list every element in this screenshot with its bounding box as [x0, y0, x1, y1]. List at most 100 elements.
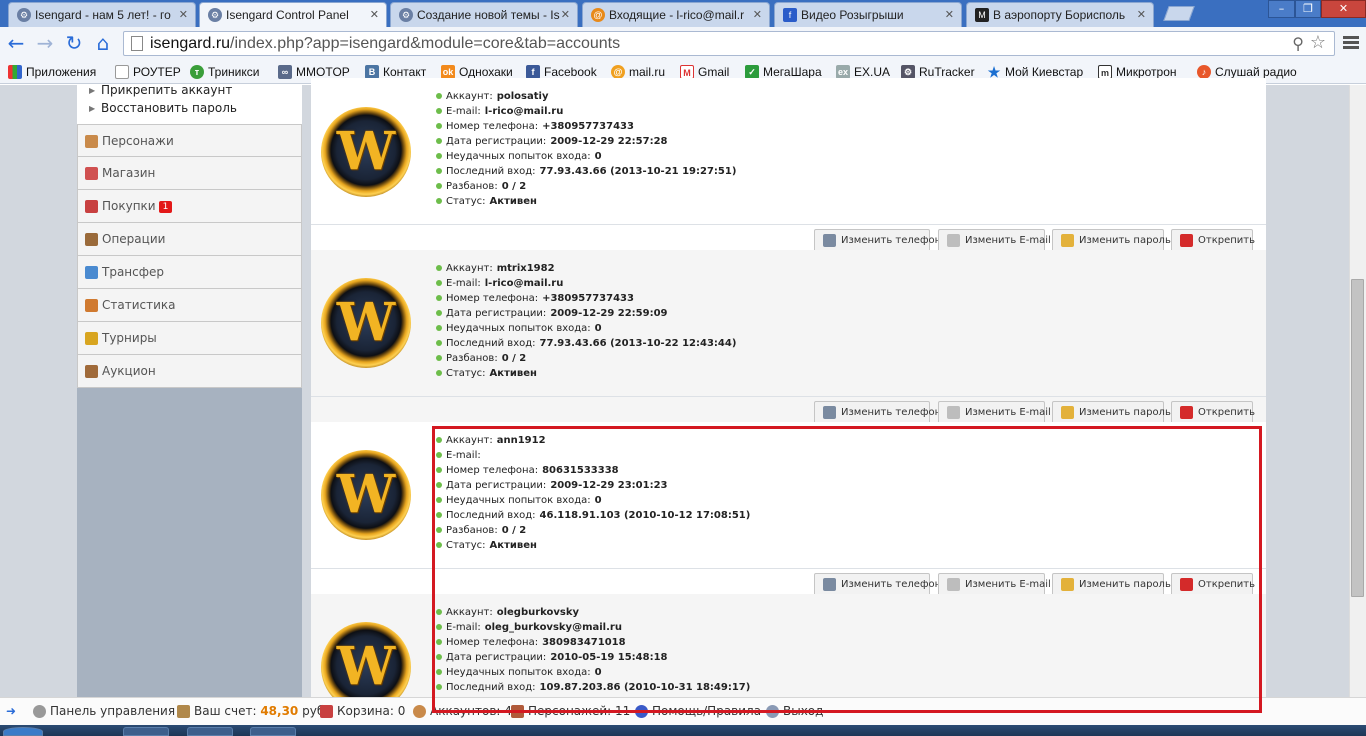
sidebar-item-purchases[interactable]: Покупки 1	[77, 190, 302, 223]
key-icon	[1061, 234, 1074, 247]
account-login: Аккаунт: ann1912	[436, 433, 750, 448]
close-icon[interactable]: ✕	[945, 8, 954, 21]
tab-airport[interactable]: MВ аэропорту Борисполь ✕	[966, 2, 1154, 27]
change-phone-button[interactable]: Изменить телефон	[814, 401, 941, 424]
close-icon[interactable]: ✕	[370, 8, 379, 21]
taskbar-item[interactable]	[187, 727, 233, 736]
tab-inbox[interactable]: @ Входящие - l-rico@mail.r ✕	[582, 2, 770, 27]
bookmark-trinixy[interactable]: т Триникси	[190, 63, 259, 81]
characters-icon	[85, 135, 98, 148]
page-icon	[131, 36, 143, 51]
key-icon	[1061, 578, 1074, 591]
wow-logo-icon: W	[321, 450, 411, 540]
isengard-favicon-icon: ⚙	[399, 8, 413, 22]
bookmark-apps[interactable]: Приложения	[8, 63, 96, 81]
close-icon[interactable]: ✕	[561, 8, 570, 21]
arrow-icon[interactable]: ➜	[6, 704, 16, 718]
account-unbans: Разбанов: 0 / 2	[436, 523, 750, 538]
account-email: E-mail: oleg_burkovsky@mail.ru	[436, 620, 750, 635]
accounts-count[interactable]: Аккаунтов: 4	[413, 704, 512, 718]
close-icon[interactable]: ✕	[1137, 8, 1146, 21]
account-email: E-mail: l-rico@mail.ru	[436, 104, 736, 119]
account-last-login: Последний вход: 46.118.91.103 (2010-10-12…	[436, 508, 750, 523]
envelope-icon	[947, 578, 960, 591]
tab-control-panel[interactable]: ⚙ Isengard Control Panel ✕	[199, 2, 387, 27]
account-email: E-mail:	[436, 448, 750, 463]
change-password-button[interactable]: Изменить пароль	[1052, 401, 1171, 424]
account-status: Статус: Активен	[436, 538, 750, 553]
maximize-button[interactable]: ❐	[1295, 0, 1321, 18]
sidebar-item-tournaments[interactable]: Турниры	[77, 322, 302, 355]
wow-logo-icon: W	[321, 622, 411, 697]
characters-count[interactable]: Персонажей: 11	[511, 704, 630, 718]
scrollbar-thumb[interactable]	[1351, 279, 1364, 597]
account-failed: Неудачных попыток входа: 0	[436, 149, 736, 164]
url-text[interactable]: isengard.ru/index.php?app=isengard&modul…	[150, 35, 620, 53]
account-phone: Номер телефона: 80631533338	[436, 463, 750, 478]
taskbar-item[interactable]	[250, 727, 296, 736]
megashara-icon: ✓	[745, 65, 759, 79]
control-panel-link[interactable]: Панель управления	[33, 704, 175, 718]
close-icon[interactable]: ✕	[179, 8, 188, 21]
new-tab-button[interactable]	[1163, 6, 1195, 21]
forward-icon[interactable]: →	[33, 32, 57, 54]
change-email-button[interactable]: Изменить E-mail	[938, 401, 1051, 424]
link-restore-password[interactable]: Восстановить пароль	[101, 101, 237, 115]
unlink-button[interactable]: Открепить	[1171, 573, 1255, 596]
sidebar-item-statistics[interactable]: Статистика	[77, 289, 302, 322]
sidebar-item-auction[interactable]: Аукцион	[77, 355, 302, 388]
bookmark-router[interactable]: РОУТЕР	[115, 63, 181, 81]
change-password-button[interactable]: Изменить пароль	[1052, 229, 1171, 252]
mail-favicon-icon: @	[591, 8, 605, 22]
change-phone-button[interactable]: Изменить телефон	[814, 573, 941, 596]
change-email-button[interactable]: Изменить E-mail	[938, 229, 1051, 252]
home-icon[interactable]: ⌂	[91, 32, 115, 54]
key-icon	[1061, 406, 1074, 419]
account-failed: Неудачных попыток входа: 0	[436, 321, 736, 336]
sidebar-item-transfer[interactable]: Трансфер	[77, 256, 302, 289]
account-card: W Аккаунт: polosatiy E-mail: l-rico@mail.r…	[311, 78, 1266, 252]
unlink-button[interactable]: Открепить	[1171, 229, 1255, 252]
envelope-icon	[947, 406, 960, 419]
account-phone: Номер телефона: 380983471018	[436, 635, 750, 650]
window-close-button[interactable]: ✕	[1321, 0, 1366, 18]
close-icon[interactable]: ✕	[753, 8, 762, 21]
news-favicon-icon: M	[975, 8, 989, 22]
unlink-button[interactable]: Открепить	[1171, 401, 1255, 424]
cart-link[interactable]: Корзина: 0	[320, 704, 405, 718]
change-phone-button[interactable]: Изменить телефон	[814, 229, 941, 252]
menu-icon[interactable]	[1343, 34, 1359, 52]
start-button[interactable]	[3, 727, 43, 736]
tab-video[interactable]: f Видео Розыгрыши ✕	[774, 2, 962, 27]
account-reg-date: Дата регистрации: 2010-05-19 15:48:18	[436, 650, 750, 665]
sidebar-item-shop[interactable]: Магазин	[77, 157, 302, 190]
star-icon[interactable]: ☆	[1293, 32, 1326, 53]
tab-isengard-home[interactable]: ⚙ Isengard - нам 5 лет! - го ✕	[8, 2, 196, 27]
change-password-button[interactable]: Изменить пароль	[1052, 573, 1171, 596]
account-login: Аккаунт: polosatiy	[436, 89, 736, 104]
sidebar-item-operations[interactable]: Операции	[77, 223, 302, 256]
minimize-button[interactable]: –	[1268, 0, 1295, 18]
reload-icon[interactable]: ↻	[62, 32, 86, 54]
account-reg-date: Дата регистрации: 2009-12-29 23:01:23	[436, 478, 750, 493]
address-bar[interactable]: isengard.ru/index.php?app=isengard&modul…	[123, 31, 1335, 56]
account-reg-date: Дата регистрации: 2009-12-29 22:57:28	[436, 134, 736, 149]
mailru-icon: @	[611, 65, 625, 79]
help-link[interactable]: Помощь/Правила	[635, 704, 761, 718]
taskbar-item[interactable]	[123, 727, 169, 736]
change-email-button[interactable]: Изменить E-mail	[938, 573, 1051, 596]
tab-new-topic[interactable]: ⚙ Создание новой темы - Is ✕	[390, 2, 578, 27]
account-phone: Номер телефона: +380957737433	[436, 119, 736, 134]
unlink-icon	[1180, 234, 1193, 247]
transfer-icon	[85, 266, 98, 279]
characters-icon	[511, 705, 524, 718]
logout-link[interactable]: Выход	[766, 704, 823, 718]
back-icon[interactable]: ←	[4, 32, 28, 54]
facebook-icon: f	[526, 65, 540, 79]
logout-icon	[766, 705, 779, 718]
link-attach-account[interactable]: Прикрепить аккаунт	[101, 83, 232, 97]
account-card: W Аккаунт: olegburkovsky E-mail: oleg_burk…	[311, 594, 1266, 697]
tab-strip: ⚙ Isengard - нам 5 лет! - го ✕ ⚙ Isengard C…	[0, 0, 1366, 27]
sidebar-item-characters[interactable]: Персонажи	[77, 124, 302, 157]
account-status: Статус: Активен	[436, 366, 736, 381]
